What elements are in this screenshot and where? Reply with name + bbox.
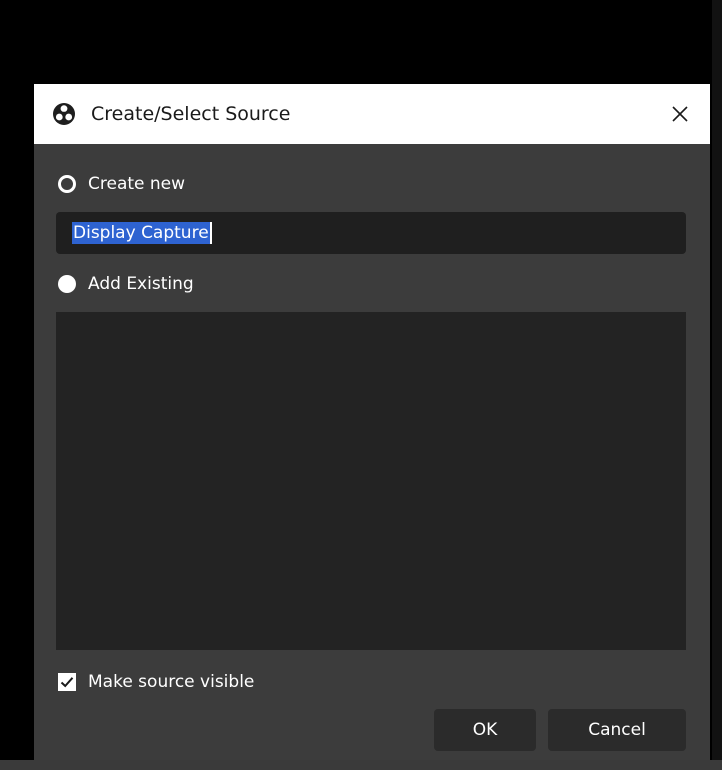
cancel-button[interactable]: Cancel: [548, 709, 686, 751]
add-existing-radio[interactable]: [58, 275, 76, 293]
backdrop-bottom-edge: [0, 760, 722, 770]
make-visible-checkbox-row[interactable]: Make source visible: [58, 669, 254, 695]
add-existing-label: Add Existing: [88, 274, 194, 294]
source-name-value: Display Capture: [72, 222, 210, 244]
add-existing-radio-row[interactable]: Add Existing: [58, 271, 194, 297]
create-new-label: Create new: [88, 174, 186, 194]
obs-logo-icon: [53, 103, 75, 125]
dialog-title: Create/Select Source: [91, 103, 291, 125]
checkmark-icon: [60, 677, 74, 688]
close-icon[interactable]: [664, 98, 696, 130]
existing-sources-list[interactable]: [56, 312, 686, 650]
make-visible-checkbox[interactable]: [58, 673, 76, 691]
ok-button[interactable]: OK: [434, 709, 536, 751]
text-caret: [209, 222, 212, 244]
backdrop-edge: [712, 0, 722, 770]
create-new-radio[interactable]: [58, 175, 76, 193]
source-name-input[interactable]: Display Capture: [56, 212, 686, 254]
create-new-radio-row[interactable]: Create new: [58, 171, 185, 197]
dialog-titlebar: Create/Select Source: [34, 84, 710, 144]
make-visible-label: Make source visible: [88, 672, 255, 692]
create-select-source-dialog: Create/Select Source Create new Display …: [34, 84, 710, 760]
